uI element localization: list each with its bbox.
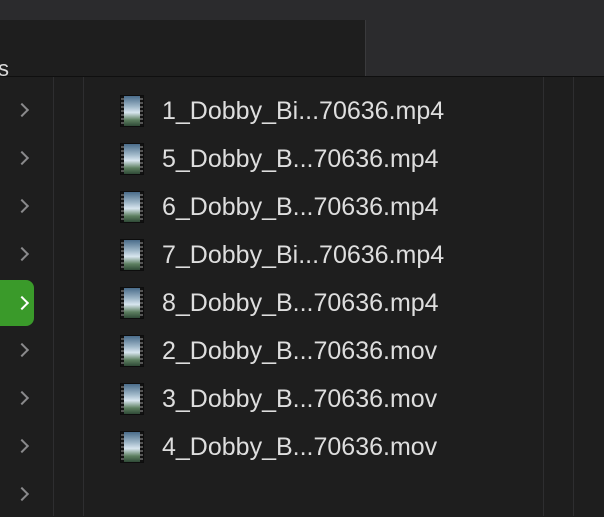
video-thumbnail-icon	[120, 95, 144, 127]
list-item[interactable]: 7_Dobby_Bi...70636.mp4	[120, 235, 444, 275]
list-item[interactable]: 4_Dobby_B...70636.mov	[120, 427, 437, 467]
preview-column	[574, 77, 604, 516]
chevron-right-icon	[14, 198, 30, 214]
file-name: 6_Dobby_B...70636.mp4	[162, 193, 439, 221]
chevron-right-icon	[14, 102, 30, 118]
tab-active[interactable]: s	[0, 20, 366, 81]
column-view-parent	[0, 77, 54, 516]
list-item[interactable]: 6_Dobby_B...70636.mp4	[120, 187, 439, 227]
list-item[interactable]: 3_Dobby_B...70636.mov	[120, 379, 437, 419]
file-name: 3_Dobby_B...70636.mov	[162, 385, 438, 413]
list-item[interactable]: 2_Dobby_B...70636.mov	[120, 331, 437, 371]
folder-row-selected[interactable]	[0, 280, 34, 326]
list-item[interactable]: 1_Dobby_Bi...70636.mp4	[120, 91, 444, 131]
video-thumbnail-icon	[120, 287, 144, 319]
file-name: 4_Dobby_B...70636.mov	[162, 433, 438, 461]
chevron-right-icon	[14, 342, 30, 358]
folder-row[interactable]	[0, 183, 34, 229]
chevron-right-icon	[14, 438, 30, 454]
chevron-right-icon	[14, 150, 30, 166]
file-list: 1_Dobby_Bi...70636.mp4 5_Dobby_B...70636…	[84, 77, 544, 516]
folder-row[interactable]	[0, 87, 34, 133]
chevron-right-icon	[14, 486, 30, 502]
list-item[interactable]: 8_Dobby_B...70636.mp4	[120, 283, 439, 323]
column-divider[interactable]	[54, 77, 84, 516]
chevron-right-icon	[14, 246, 30, 262]
video-thumbnail-icon	[120, 191, 144, 223]
folder-row[interactable]	[0, 375, 34, 421]
file-name: 8_Dobby_B...70636.mp4	[162, 289, 439, 317]
video-thumbnail-icon	[120, 239, 144, 271]
file-name: 1_Dobby_Bi...70636.mp4	[162, 97, 445, 125]
file-name: 2_Dobby_B...70636.mov	[162, 337, 438, 365]
chevron-right-icon	[14, 295, 30, 311]
toolbar: s	[0, 0, 604, 81]
folder-row[interactable]	[0, 327, 34, 373]
folder-row[interactable]	[0, 231, 34, 277]
video-thumbnail-icon	[120, 335, 144, 367]
column-divider[interactable]	[544, 77, 574, 516]
folder-row[interactable]	[0, 423, 34, 469]
video-thumbnail-icon	[120, 383, 144, 415]
video-thumbnail-icon	[120, 143, 144, 175]
folder-row[interactable]	[0, 471, 34, 517]
file-name: 7_Dobby_Bi...70636.mp4	[162, 241, 445, 269]
file-name: 5_Dobby_B...70636.mp4	[162, 145, 439, 173]
chevron-right-icon	[14, 390, 30, 406]
video-thumbnail-icon	[120, 431, 144, 463]
list-item[interactable]: 5_Dobby_B...70636.mp4	[120, 139, 439, 179]
folder-row[interactable]	[0, 135, 34, 181]
